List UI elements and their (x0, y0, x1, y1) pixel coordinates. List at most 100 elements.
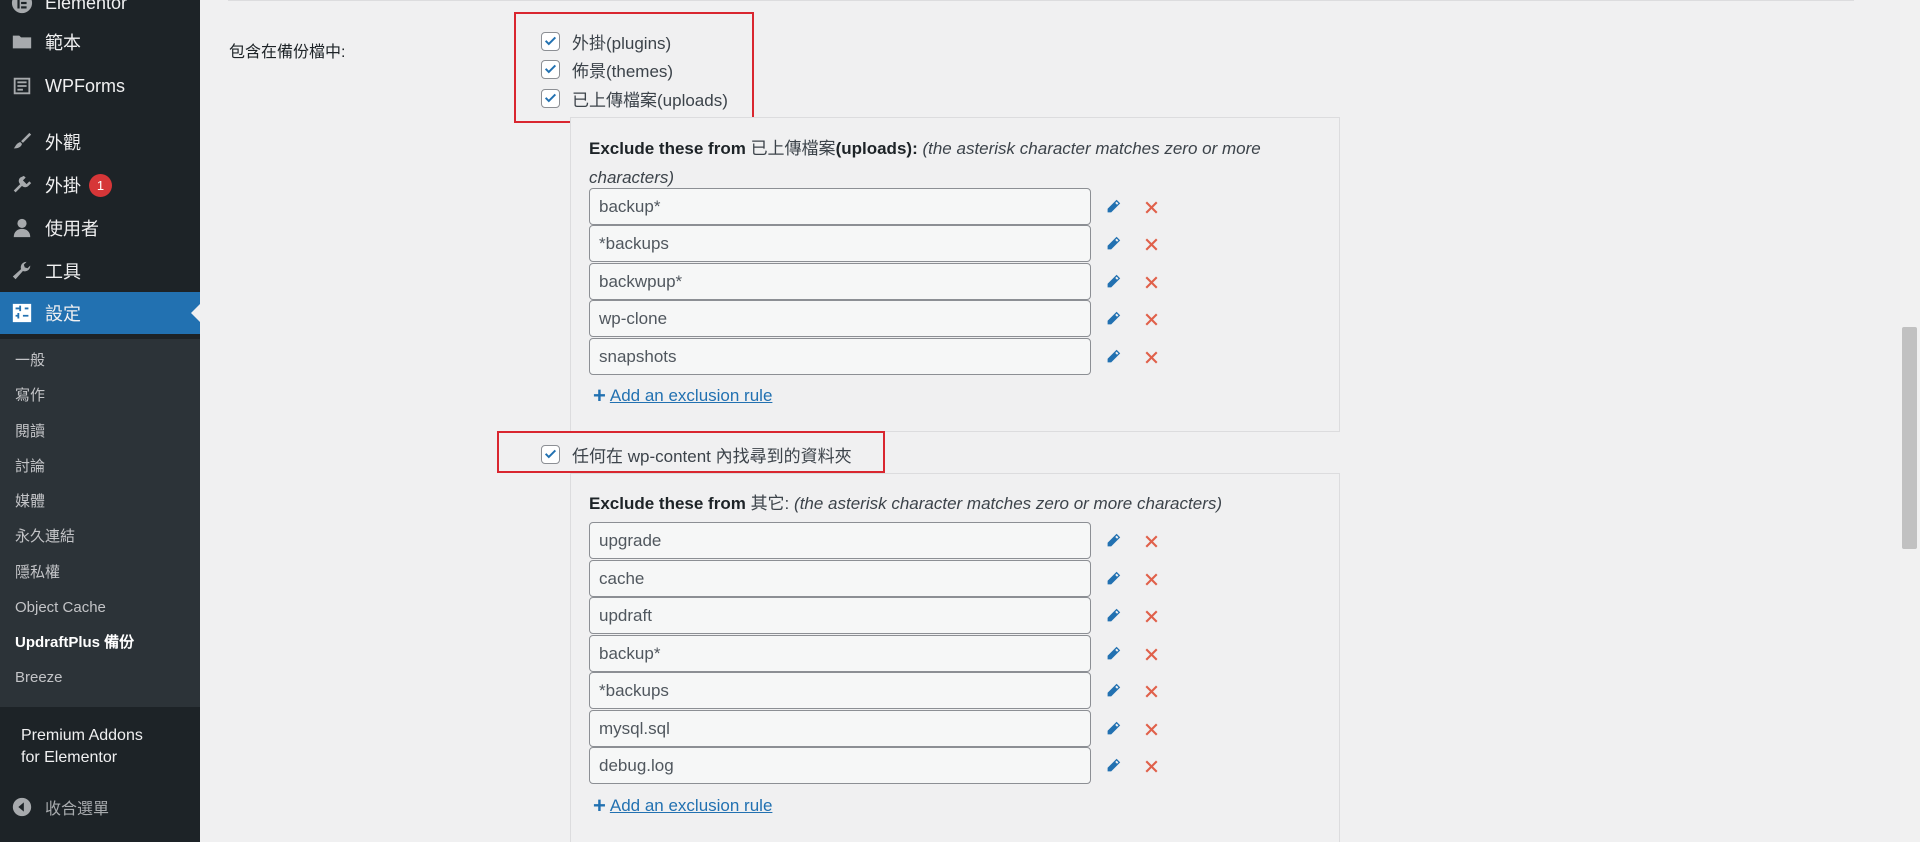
delete-icon[interactable] (1141, 719, 1161, 739)
submenu-item-writing[interactable]: 寫作 (15, 385, 45, 407)
other-exclusion-panel: Exclude these from 其它: (the asterisk cha… (570, 473, 1340, 842)
include-uploads-checkbox[interactable] (541, 88, 560, 108)
settings-main: 包含在備份檔中: 外掛(plugins) 佈景(themes) 已上傳檔案(up… (200, 0, 1890, 842)
exclusion-rule-input[interactable] (589, 225, 1091, 262)
checkmark-icon (544, 36, 557, 45)
edit-icon[interactable] (1103, 347, 1123, 367)
edit-icon[interactable] (1103, 681, 1123, 701)
menu-label: 外掛 (45, 176, 81, 196)
exclude-prefix: Exclude these from (589, 494, 746, 513)
exclude-prefix: Exclude these from (589, 139, 746, 158)
user-icon (10, 216, 34, 240)
delete-icon[interactable] (1141, 197, 1161, 217)
add-exclusion-rule-link[interactable]: + Add an exclusion rule (593, 383, 773, 408)
menu-tools[interactable]: 工具 (0, 250, 200, 292)
delete-icon[interactable] (1141, 309, 1161, 329)
add-exclusion-rule-link[interactable]: + Add an exclusion rule (593, 793, 773, 818)
include-other-checkbox[interactable] (541, 444, 560, 464)
include-other-option[interactable]: 任何在 wp-content 內找尋到的資料夾 (541, 441, 852, 467)
checkmark-icon (544, 64, 557, 73)
exclude-colon: : (912, 139, 918, 158)
add-exclusion-rule-label: Add an exclusion rule (609, 796, 773, 815)
menu-users[interactable]: 使用者 (0, 207, 200, 249)
exclusion-rule-input[interactable] (589, 635, 1091, 672)
menu-appearance[interactable]: 外觀 (0, 121, 200, 163)
submenu-item-object-cache[interactable]: Object Cache (15, 597, 106, 619)
add-exclusion-rule-label: Add an exclusion rule (609, 386, 773, 405)
submenu-item-permalinks[interactable]: 永久連結 (15, 526, 75, 548)
include-plugins-label: 外掛(plugins) (572, 33, 672, 53)
scrollbar-thumb[interactable] (1902, 327, 1917, 549)
menu-label: Elementor (45, 0, 128, 13)
premium-line-2: for Elementor (21, 749, 118, 766)
edit-icon[interactable] (1103, 309, 1123, 329)
submenu-item-breeze[interactable]: Breeze (15, 667, 63, 689)
exclusion-rule-input[interactable] (589, 300, 1091, 337)
exclusion-rule-input[interactable] (589, 188, 1091, 225)
edit-icon[interactable] (1103, 719, 1123, 739)
submenu-item-updraftplus[interactable]: UpdraftPlus 備份 (15, 632, 134, 654)
delete-icon[interactable] (1141, 347, 1161, 367)
submenu-item-general[interactable]: 一般 (15, 350, 45, 372)
exclusion-rule-row (589, 188, 1157, 225)
delete-icon[interactable] (1141, 681, 1161, 701)
exclusion-rule-row (589, 225, 1157, 262)
edit-icon[interactable] (1103, 197, 1123, 217)
submenu-item-privacy[interactable]: 隱私權 (15, 562, 60, 584)
paintbrush-icon (10, 130, 34, 154)
menu-label: 使用者 (45, 219, 99, 239)
delete-icon[interactable] (1141, 234, 1161, 254)
menu-label: 範本 (45, 33, 81, 53)
exclusion-rule-row (589, 522, 1157, 559)
collapse-label: 收合選單 (45, 801, 110, 818)
exclude-target: 其它: (750, 494, 790, 513)
exclusion-rule-input[interactable] (589, 560, 1091, 597)
submenu-item-discussion[interactable]: 討論 (15, 456, 45, 478)
delete-icon[interactable] (1141, 606, 1161, 626)
include-uploads-option[interactable]: 已上傳檔案(uploads) (541, 85, 728, 111)
wrench-icon (10, 259, 34, 283)
exclusion-rule-input[interactable] (589, 672, 1091, 709)
collapse-menu-button[interactable]: 收合選單 (0, 786, 200, 828)
settings-icon (10, 301, 34, 325)
checkmark-icon (544, 449, 557, 458)
menu-settings[interactable]: 設定 (0, 292, 200, 334)
page-scrollbar[interactable] (1900, 0, 1920, 842)
delete-icon[interactable] (1141, 569, 1161, 589)
include-plugins-checkbox[interactable] (541, 31, 560, 51)
plus-icon: + (593, 793, 606, 818)
menu-premium-addons[interactable]: Premium Addons for Elementor (0, 725, 200, 781)
admin-sidebar: Elementor 範本 WPForms 外觀 外掛 1 使用者 工具 設定 一… (0, 0, 200, 842)
folder-icon (10, 30, 34, 54)
exclusion-rule-input[interactable] (589, 710, 1091, 747)
edit-icon[interactable] (1103, 569, 1123, 589)
include-plugins-option[interactable]: 外掛(plugins) (541, 28, 671, 54)
edit-icon[interactable] (1103, 234, 1123, 254)
exclusion-rule-row (589, 672, 1157, 709)
exclusion-rule-input[interactable] (589, 747, 1091, 784)
edit-icon[interactable] (1103, 606, 1123, 626)
edit-icon[interactable] (1103, 644, 1123, 664)
exclusion-rule-input[interactable] (589, 522, 1091, 559)
delete-icon[interactable] (1141, 531, 1161, 551)
edit-icon[interactable] (1103, 272, 1123, 292)
plus-icon: + (593, 383, 606, 408)
delete-icon[interactable] (1141, 756, 1161, 776)
include-other-label: 任何在 wp-content 內找尋到的資料夾 (572, 446, 852, 466)
delete-icon[interactable] (1141, 272, 1161, 292)
form-icon (10, 74, 34, 98)
exclusion-rule-input[interactable] (589, 263, 1091, 300)
submenu-item-media[interactable]: 媒體 (15, 491, 45, 513)
delete-icon[interactable] (1141, 644, 1161, 664)
include-themes-option[interactable]: 佈景(themes) (541, 56, 673, 82)
menu-wpforms[interactable]: WPForms (0, 65, 200, 107)
include-themes-checkbox[interactable] (541, 59, 560, 79)
menu-plugins[interactable]: 外掛 1 (0, 164, 200, 206)
edit-icon[interactable] (1103, 531, 1123, 551)
submenu-item-reading[interactable]: 閱讀 (15, 421, 45, 443)
edit-icon[interactable] (1103, 756, 1123, 776)
include-uploads-label: 已上傳檔案(uploads) (572, 90, 728, 110)
exclusion-rule-input[interactable] (589, 597, 1091, 634)
exclusion-rule-input[interactable] (589, 338, 1091, 375)
menu-templates[interactable]: 範本 (0, 21, 200, 63)
